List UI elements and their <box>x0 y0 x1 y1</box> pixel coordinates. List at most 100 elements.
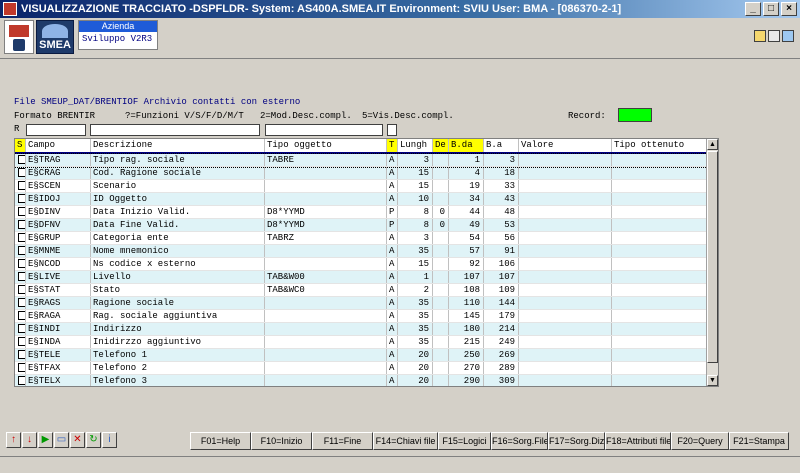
col-header-descrizione[interactable]: Descrizione <box>91 139 265 152</box>
row-checkbox[interactable] <box>18 207 25 216</box>
row-checkbox[interactable] <box>18 220 25 229</box>
table-row[interactable]: E§DINV Data Inizio Valid. D8*YYMD P 8 0 44 48 <box>15 206 707 219</box>
row-checkbox[interactable] <box>18 337 25 346</box>
cell-select[interactable] <box>15 180 26 192</box>
table-row[interactable]: E§CRAG Cod. Ragione sociale A 15 4 18 <box>15 167 707 180</box>
row-checkbox[interactable] <box>18 259 25 268</box>
cell-select[interactable] <box>15 245 26 257</box>
row-checkbox[interactable] <box>18 324 25 333</box>
cell-select[interactable] <box>15 297 26 309</box>
row-checkbox[interactable] <box>18 376 25 385</box>
row-checkbox[interactable] <box>18 350 25 359</box>
fkey-f10-button[interactable]: F10=Inizio <box>251 432 312 450</box>
campo-filter-input[interactable] <box>26 124 86 136</box>
cell-select[interactable] <box>15 349 26 361</box>
row-checkbox[interactable] <box>18 311 25 320</box>
row-checkbox[interactable] <box>18 181 25 190</box>
col-header-tipo-oggetto[interactable]: Tipo oggetto <box>265 139 387 152</box>
fkey-f21-button[interactable]: F21=Stampa <box>729 432 789 450</box>
cell-valore[interactable] <box>519 349 612 361</box>
cell-valore[interactable] <box>519 232 612 244</box>
arrow-down-icon[interactable]: ↓ <box>22 432 37 448</box>
cell-valore[interactable] <box>519 219 612 231</box>
cell-valore[interactable] <box>519 362 612 374</box>
row-checkbox[interactable] <box>18 246 25 255</box>
col-header-de[interactable]: De <box>433 139 449 152</box>
arrow-up-icon[interactable]: ↑ <box>6 432 21 448</box>
fkey-f15-button[interactable]: F15=Logici <box>438 432 491 450</box>
cell-select[interactable] <box>15 219 26 231</box>
delete-icon[interactable]: ✕ <box>70 432 85 448</box>
cell-valore[interactable] <box>519 258 612 270</box>
fkey-f11-button[interactable]: F11=Fine <box>312 432 373 450</box>
scroll-up-icon[interactable]: ▲ <box>707 139 718 150</box>
row-checkbox[interactable] <box>18 233 25 242</box>
row-checkbox[interactable] <box>18 272 25 281</box>
fkey-f16-button[interactable]: F16=Sorg.File <box>491 432 548 450</box>
window-icon[interactable]: ▭ <box>54 432 69 448</box>
cell-select[interactable] <box>15 167 26 179</box>
col-header-tipo-ottenuto[interactable]: Tipo ottenuto <box>612 139 707 152</box>
scroll-down-icon[interactable]: ▼ <box>707 375 718 386</box>
descrizione-filter-input[interactable] <box>90 124 260 136</box>
cell-valore[interactable] <box>519 310 612 322</box>
col-header-t[interactable]: T <box>387 139 398 152</box>
fkey-f01-button[interactable]: F01=Help <box>190 432 251 450</box>
info-icon[interactable]: i <box>102 432 117 448</box>
col-header-s[interactable]: S <box>15 139 26 152</box>
tipo-filter-input[interactable] <box>387 124 397 136</box>
help-icon[interactable] <box>782 30 794 42</box>
col-header-valore[interactable]: Valore <box>519 139 612 152</box>
scroll-thumb[interactable] <box>707 151 718 363</box>
col-header-campo[interactable]: Campo <box>26 139 91 152</box>
cell-valore[interactable] <box>519 271 612 283</box>
table-row[interactable]: E§MNME Nome mnemonico A 35 57 91 <box>15 245 707 258</box>
row-checkbox[interactable] <box>18 298 25 307</box>
table-row[interactable]: E§STAT Stato TAB&WC0 A 2 108 109 <box>15 284 707 297</box>
cell-valore[interactable] <box>519 336 612 348</box>
table-row[interactable]: E§GRUP Categoria ente TABRZ A 3 54 56 <box>15 232 707 245</box>
col-header-lungh[interactable]: Lungh <box>398 139 433 152</box>
cell-valore[interactable] <box>519 245 612 257</box>
table-row[interactable]: E§INDI Indirizzo A 35 180 214 <box>15 323 707 336</box>
table-row[interactable]: E§DFNV Data Fine Valid. D8*YYMD P 8 0 49 53 <box>15 219 707 232</box>
table-row[interactable]: E§LIVE Livello TAB&W00 A 1 107 107 <box>15 271 707 284</box>
table-row[interactable]: E§RAGA Rag. sociale aggiuntiva A 35 145 179 <box>15 310 707 323</box>
cell-valore[interactable] <box>519 193 612 205</box>
cell-valore[interactable] <box>519 180 612 192</box>
col-header-ba[interactable]: B.a <box>484 139 519 152</box>
row-checkbox[interactable] <box>18 155 25 164</box>
play-icon[interactable]: ▶ <box>38 432 53 448</box>
cell-select[interactable] <box>15 284 26 296</box>
cell-select[interactable] <box>15 232 26 244</box>
cell-valore[interactable] <box>519 323 612 335</box>
fkey-f18-button[interactable]: F18=Attributi file <box>605 432 671 450</box>
cell-select[interactable] <box>15 258 26 270</box>
cell-select[interactable] <box>15 154 26 166</box>
table-row[interactable]: E§IDOJ ID Oggetto A 10 34 43 <box>15 193 707 206</box>
tipo-oggetto-filter-input[interactable] <box>265 124 383 136</box>
cell-valore[interactable] <box>519 206 612 218</box>
table-row[interactable]: E§RAGS Ragione sociale A 35 110 144 <box>15 297 707 310</box>
row-checkbox[interactable] <box>18 168 25 177</box>
cell-select[interactable] <box>15 336 26 348</box>
minimize-button[interactable]: _ <box>745 2 761 16</box>
col-header-bda[interactable]: B.da <box>449 139 484 152</box>
cell-select[interactable] <box>15 310 26 322</box>
fkey-f17-button[interactable]: F17=Sorg.Diz. <box>548 432 605 450</box>
fkey-f20-button[interactable]: F20=Query <box>671 432 729 450</box>
settings-icon[interactable] <box>754 30 766 42</box>
table-row[interactable]: E§TELE Telefono 1 A 20 250 269 <box>15 349 707 362</box>
cell-select[interactable] <box>15 206 26 218</box>
cell-select[interactable] <box>15 375 26 386</box>
table-row[interactable]: E§TELX Telefono 3 A 20 290 309 <box>15 375 707 386</box>
table-row[interactable]: E§TRAG Tipo rag. sociale TABRE A 3 1 3 <box>15 153 708 168</box>
document-icon[interactable] <box>768 30 780 42</box>
cell-valore[interactable] <box>519 284 612 296</box>
table-row[interactable]: E§NCOD Ns codice x esterno A 15 92 106 <box>15 258 707 271</box>
cell-select[interactable] <box>15 323 26 335</box>
row-checkbox[interactable] <box>18 194 25 203</box>
cell-valore[interactable] <box>519 154 612 166</box>
close-button[interactable]: × <box>781 2 797 16</box>
table-row[interactable]: E§TFAX Telefono 2 A 20 270 289 <box>15 362 707 375</box>
